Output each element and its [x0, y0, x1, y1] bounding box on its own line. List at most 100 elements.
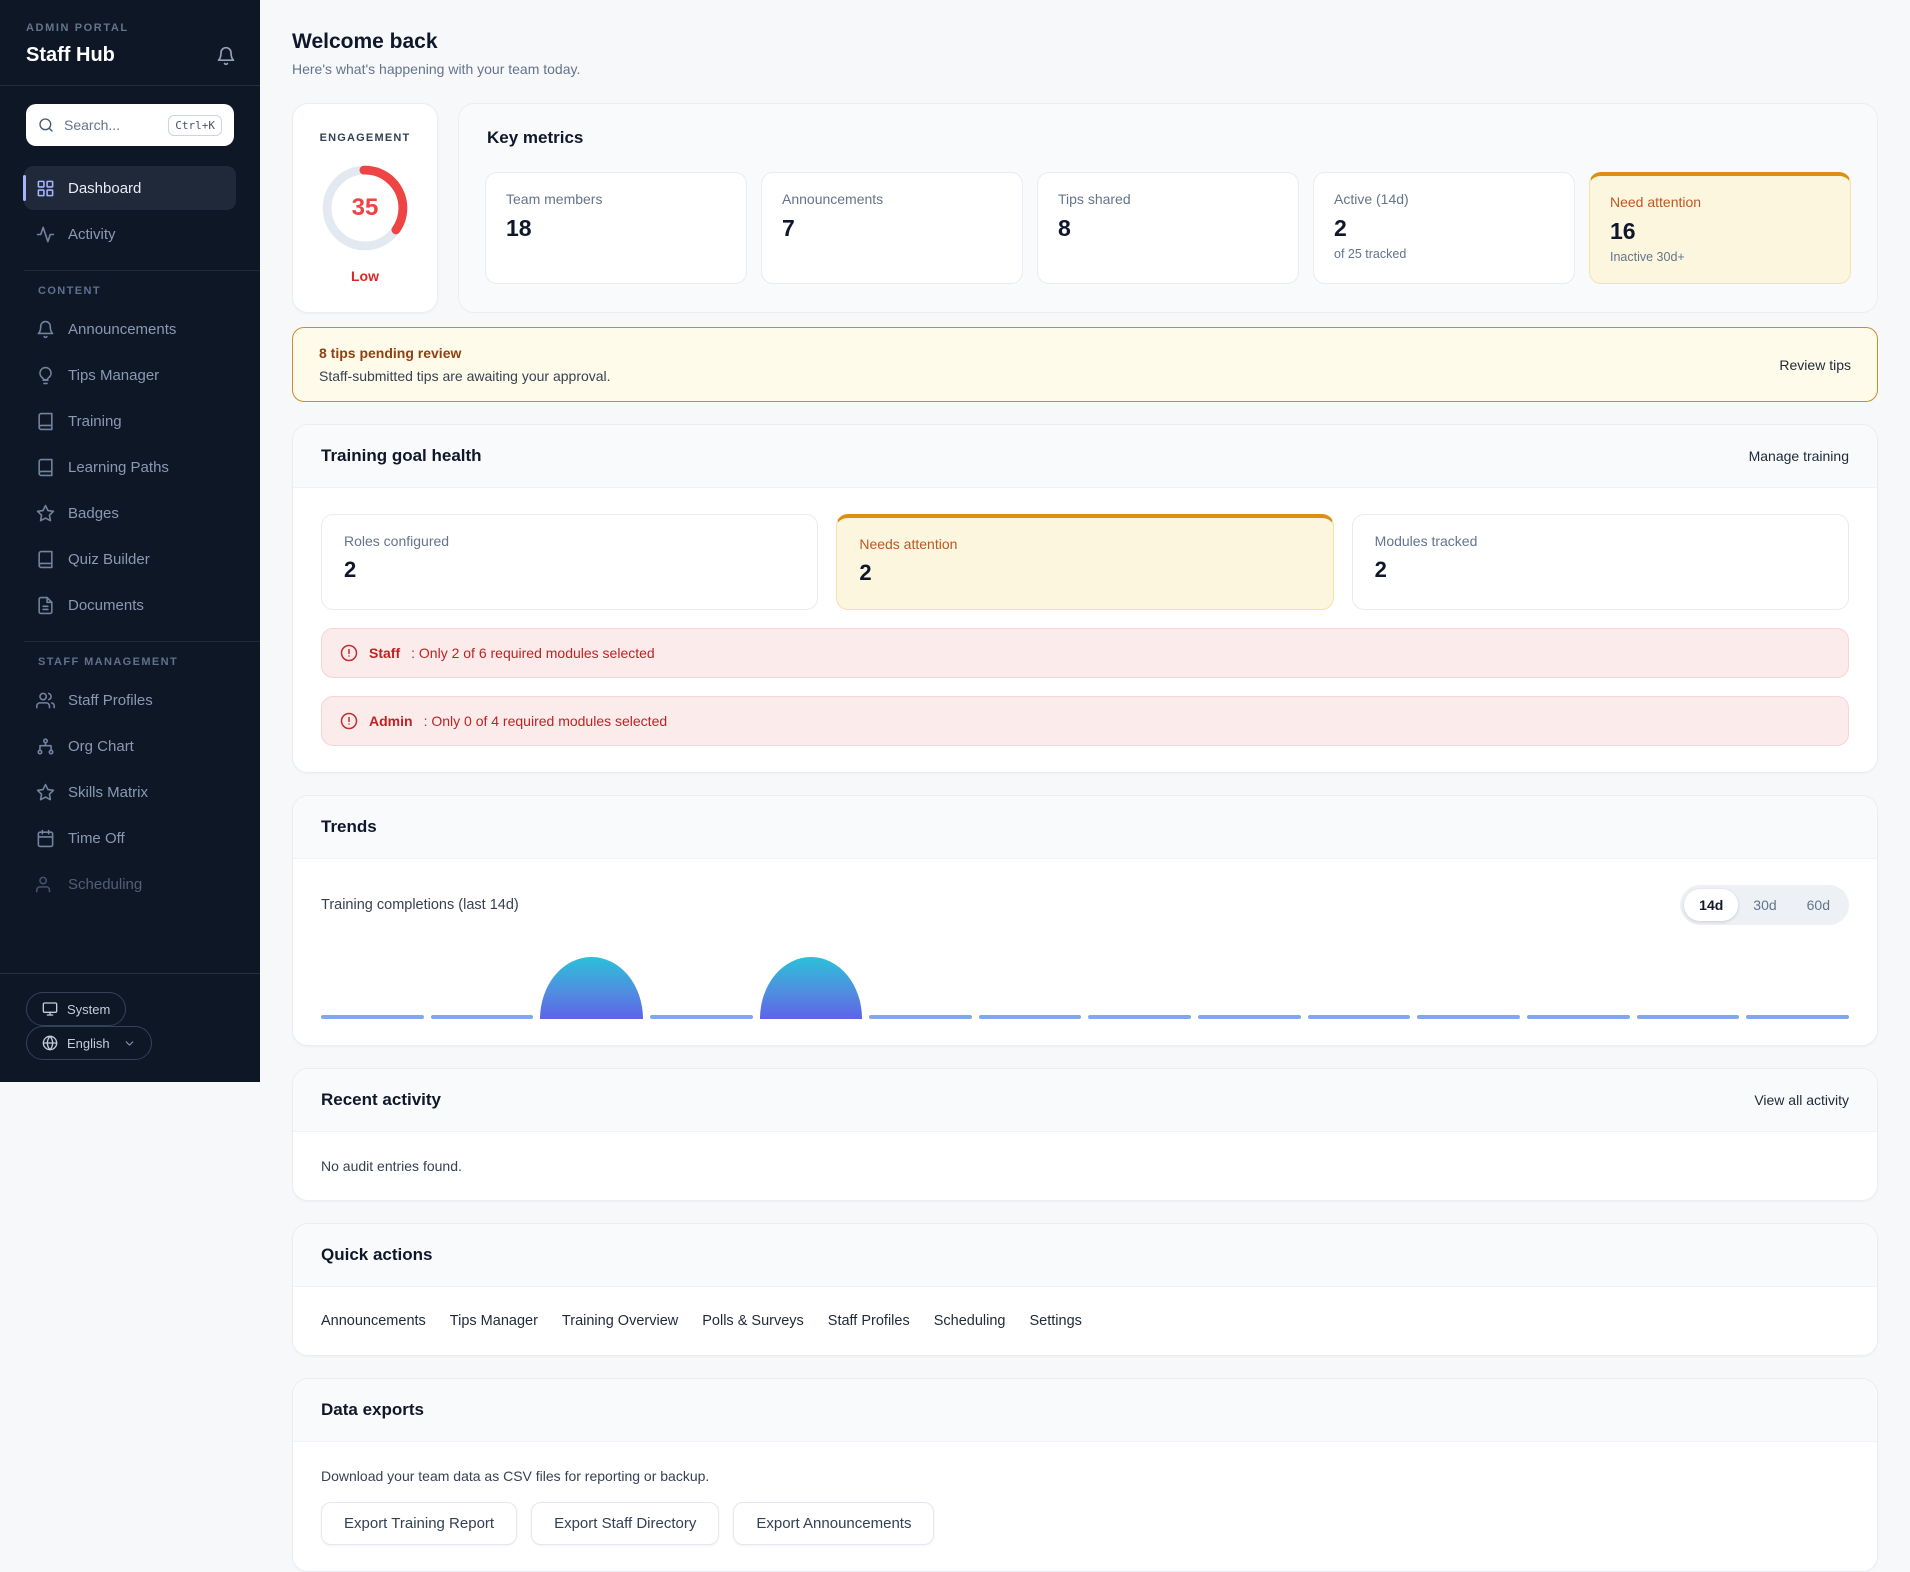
metric-label: Tips shared	[1058, 191, 1278, 207]
sidebar-item-learning-paths[interactable]: Learning Paths	[24, 445, 236, 489]
sidebar-item-label: Dashboard	[68, 180, 141, 197]
system-theme-button[interactable]: System	[26, 992, 126, 1026]
metric-sub: Inactive 30d+	[1610, 250, 1830, 264]
engagement-label: ENGAGEMENT	[320, 132, 411, 144]
export-buttons: Export Training Report Export Staff Dire…	[321, 1502, 1849, 1545]
review-tips-link[interactable]: Review tips	[1779, 357, 1851, 373]
chart-baseline	[1198, 1015, 1301, 1019]
quick-link-scheduling[interactable]: Scheduling	[934, 1313, 1006, 1329]
sidebar-item-dashboard[interactable]: Dashboard	[24, 166, 236, 210]
quick-link-training-overview[interactable]: Training Overview	[562, 1313, 678, 1329]
trends-section: Trends Training completions (last 14d) 1…	[292, 795, 1878, 1046]
export-training-report-button[interactable]: Export Training Report	[321, 1502, 517, 1545]
data-exports-section: Data exports Download your team data as …	[292, 1378, 1878, 1572]
sidebar-item-quiz-builder[interactable]: Quiz Builder	[24, 537, 236, 581]
chart-label: Training completions (last 14d)	[321, 897, 519, 913]
quick-link-announcements[interactable]: Announcements	[321, 1313, 426, 1329]
quick-link-settings[interactable]: Settings	[1029, 1313, 1081, 1329]
bell-icon	[36, 320, 55, 339]
search-box[interactable]: Ctrl+K	[26, 104, 234, 146]
main-content: Welcome back Here's what's happening wit…	[260, 0, 1910, 1572]
sidebar-item-documents[interactable]: Documents	[24, 583, 236, 627]
metric-label: Announcements	[782, 191, 1002, 207]
trend-controls: Training completions (last 14d) 14d 30d …	[321, 885, 1849, 925]
sidebar-item-org-chart[interactable]: Org Chart	[24, 724, 236, 768]
export-staff-directory-button[interactable]: Export Staff Directory	[531, 1502, 719, 1545]
range-button-60d[interactable]: 60d	[1792, 889, 1845, 921]
book-icon	[36, 412, 55, 431]
quick-link-tips-manager[interactable]: Tips Manager	[450, 1313, 538, 1329]
trends-chart	[321, 953, 1849, 1019]
export-announcements-button[interactable]: Export Announcements	[733, 1502, 934, 1545]
chart-column	[1637, 953, 1740, 1019]
metric-label: Need attention	[1610, 194, 1830, 210]
recent-activity-section: Recent activity View all activity No aud…	[292, 1068, 1878, 1201]
export-description: Download your team data as CSV files for…	[321, 1468, 1849, 1484]
chart-baseline	[1417, 1015, 1520, 1019]
metric-card-active-14d: Active (14d) 2 of 25 tracked	[1313, 172, 1575, 284]
language-label: English	[67, 1036, 110, 1051]
sidebar-item-time-off[interactable]: Time Off	[24, 816, 236, 860]
chart-bar	[760, 957, 863, 1019]
view-all-activity-link[interactable]: View all activity	[1754, 1092, 1849, 1108]
sidebar-divider	[24, 641, 260, 642]
sidebar-item-skills-matrix[interactable]: Skills Matrix	[24, 770, 236, 814]
search-input[interactable]	[64, 117, 158, 133]
sidebar-item-training[interactable]: Training	[24, 399, 236, 443]
quick-link-polls-surveys[interactable]: Polls & Surveys	[702, 1313, 804, 1329]
sidebar-item-activity[interactable]: Activity	[24, 212, 236, 256]
tips-pending-banner: 8 tips pending review Staff-submitted ti…	[292, 327, 1878, 402]
alert-message: : Only 0 of 4 required modules selected	[424, 713, 668, 729]
manage-training-link[interactable]: Manage training	[1749, 448, 1849, 464]
engagement-gauge: 35	[321, 164, 409, 252]
recent-activity-header: Recent activity View all activity	[293, 1069, 1877, 1132]
range-button-14d[interactable]: 14d	[1684, 889, 1738, 921]
page-subtitle: Here's what's happening with your team t…	[292, 61, 1878, 77]
sidebar-item-badges[interactable]: Badges	[24, 491, 236, 535]
star-icon	[36, 783, 55, 802]
sidebar-item-label: Announcements	[68, 321, 176, 338]
chart-column	[979, 953, 1082, 1019]
banner-body: Staff-submitted tips are awaiting your a…	[319, 368, 611, 384]
search-shortcut-badge: Ctrl+K	[168, 115, 222, 136]
admin-portal-label: ADMIN PORTAL	[26, 22, 234, 34]
chevron-down-icon	[123, 1037, 136, 1050]
sidebar-item-staff-profiles[interactable]: Staff Profiles	[24, 678, 236, 722]
sidebar-item-label: Scheduling	[68, 876, 142, 893]
chart-column	[1417, 953, 1520, 1019]
sidebar: ADMIN PORTAL Staff Hub Ctrl+K	[0, 0, 260, 1572]
chart-column	[1527, 953, 1630, 1019]
notification-bell-icon[interactable]	[216, 46, 236, 66]
range-button-30d[interactable]: 30d	[1738, 889, 1791, 921]
stat-card-roles-configured: Roles configured 2	[321, 514, 818, 610]
metric-value: 7	[782, 215, 1002, 242]
quick-actions-title: Quick actions	[321, 1245, 432, 1265]
chart-baseline	[1746, 1015, 1849, 1019]
sidebar-item-partial[interactable]: Scheduling	[24, 862, 236, 906]
chart-column	[760, 953, 863, 1019]
engagement-status: Low	[351, 268, 379, 284]
trends-header: Trends	[293, 796, 1877, 859]
metric-card-team-members: Team members 18	[485, 172, 747, 284]
metric-label: Team members	[506, 191, 726, 207]
stat-value: 2	[344, 557, 795, 583]
key-metrics-header: Key metrics	[459, 104, 1877, 168]
quick-link-staff-profiles[interactable]: Staff Profiles	[828, 1313, 910, 1329]
alert-role: Staff	[369, 645, 400, 661]
book-icon	[36, 550, 55, 569]
metric-value: 16	[1610, 218, 1830, 245]
top-row: ENGAGEMENT 35 Low Key metrics Team membe…	[292, 103, 1878, 313]
chart-column	[540, 953, 643, 1019]
trends-title: Trends	[321, 817, 377, 837]
quick-actions-section: Quick actions Announcements Tips Manager…	[292, 1223, 1878, 1356]
sidebar-item-tips-manager[interactable]: Tips Manager	[24, 353, 236, 397]
star-icon	[36, 504, 55, 523]
language-selector[interactable]: English	[26, 1026, 152, 1060]
sidebar-divider	[24, 270, 260, 271]
chart-baseline	[1308, 1015, 1411, 1019]
training-stat-cards: Roles configured 2 Needs attention 2 Mod…	[321, 514, 1849, 610]
sidebar-header: ADMIN PORTAL Staff Hub	[0, 0, 260, 86]
calendar-icon	[36, 829, 55, 848]
chart-bar	[540, 957, 643, 1019]
sidebar-item-announcements[interactable]: Announcements	[24, 307, 236, 351]
